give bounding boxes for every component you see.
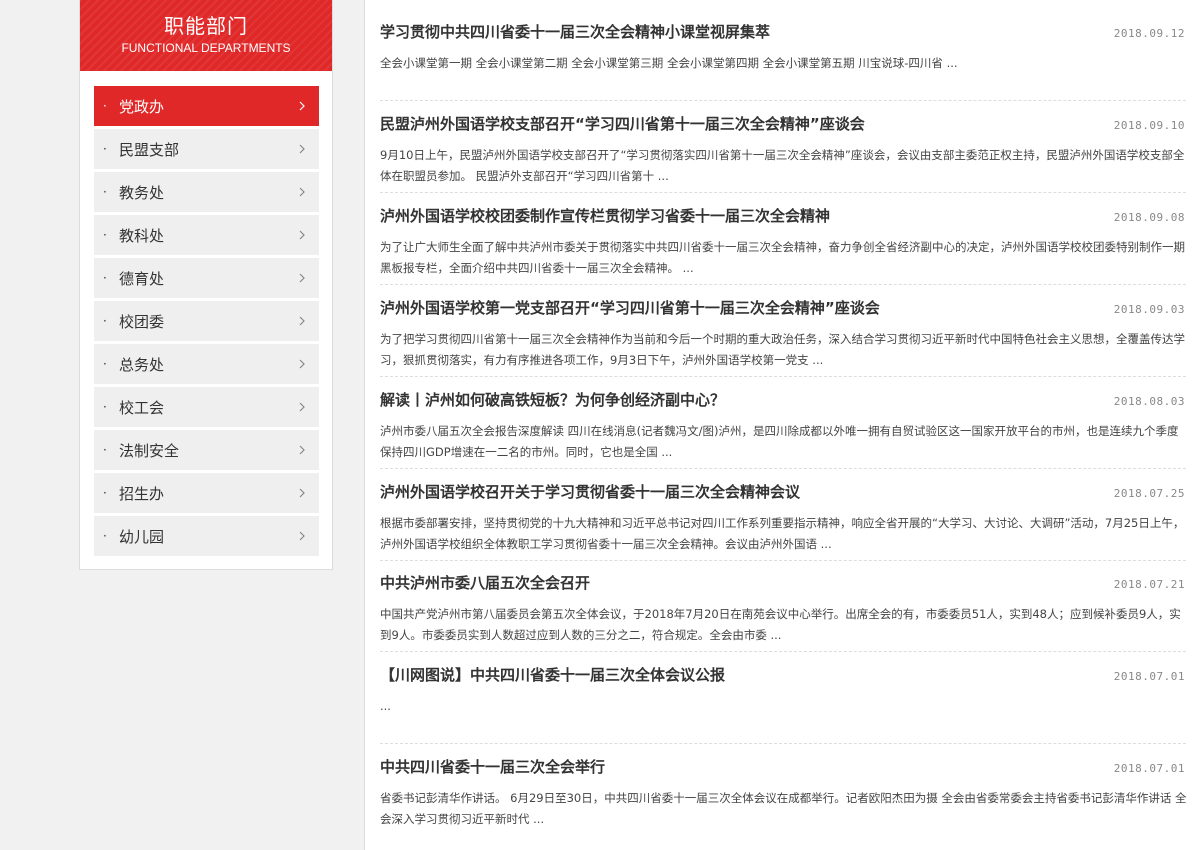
menu-item-label: 民盟支部 [119, 140, 180, 159]
article-title-link[interactable]: 中共四川省委十一届三次全会举行 [380, 757, 605, 777]
article-summary: 9月10日上午，民盟泸州外国语学校支部召开了“学习贯彻落实四川省第十一届三次全会… [380, 148, 1185, 183]
menu-item-labor-union[interactable]: · 校工会 [94, 387, 319, 427]
bullet-icon: · [103, 228, 107, 242]
article-title-link[interactable]: 解读丨泸州如何破高铁短板？为何争创经济副中心？ [380, 390, 725, 410]
chevron-right-icon [297, 359, 307, 369]
bullet-icon: · [103, 99, 107, 113]
menu-item-legal-safety[interactable]: · 法制安全 [94, 430, 319, 470]
article-date: 2018.09.08 [1113, 211, 1185, 224]
menu-item-label: 党政办 [119, 97, 165, 116]
bullet-icon: · [103, 142, 107, 156]
article-item: 中共泸州市委八届五次全会召开 2018.07.21 中国共产党泸州市第八届委员会… [380, 573, 1185, 646]
article-item: 【川网图说】中共四川省委十一届三次全体会议公报 2018.07.01 ... [380, 665, 1185, 717]
menu-item-label: 校团委 [119, 312, 165, 331]
menu-item-party-office[interactable]: · 党政办 [94, 86, 319, 126]
article-date: 2018.07.25 [1113, 487, 1185, 500]
bullet-icon: · [103, 400, 107, 414]
article-title-link[interactable]: 泸州外国语学校第一党支部召开“学习四川省第十一届三次全会精神”座谈会 [380, 298, 880, 318]
article-list: 学习贯彻中共四川省委十一届三次全会精神小课堂视屏集萃 2018.09.12 全会… [364, 0, 1200, 850]
sidebar-header: 职能部门 FUNCTIONAL DEPARTMENTS [80, 0, 332, 71]
menu-item-label: 幼儿园 [119, 527, 165, 546]
menu-item-kindergarten[interactable]: · 幼儿园 [94, 516, 319, 556]
menu-item-academic-affairs[interactable]: · 教务处 [94, 172, 319, 212]
menu-item-label: 教科处 [119, 226, 165, 245]
chevron-right-icon [297, 230, 307, 240]
bullet-icon: · [103, 185, 107, 199]
article-summary: 根据市委部署安排，坚持贯彻党的十九大精神和习近平总书记对四川工作系列重要指示精神… [380, 516, 1185, 551]
article-summary: 为了让广大师生全面了解中共泸州市委关于贯彻落实中共四川省委十一届三次全会精神，奋… [380, 240, 1185, 275]
divider [380, 560, 1186, 561]
bullet-icon: · [103, 357, 107, 371]
bullet-icon: · [103, 486, 107, 500]
article-item: 泸州外国语学校校团委制作宣传栏贯彻学习省委十一届三次全会精神 2018.09.0… [380, 206, 1185, 279]
article-title-link[interactable]: 中共泸州市委八届五次全会召开 [380, 573, 590, 593]
chevron-right-icon [297, 402, 307, 412]
article-summary: 泸州市委八届五次全会报告深度解读 四川在线消息(记者魏冯文/图)泸州，是四川除成… [380, 424, 1179, 459]
article-date: 2018.09.10 [1113, 119, 1185, 132]
article-title-link[interactable]: 泸州外国语学校校团委制作宣传栏贯彻学习省委十一届三次全会精神 [380, 206, 830, 226]
chevron-right-icon [297, 488, 307, 498]
article-date: 2018.08.03 [1113, 395, 1185, 408]
chevron-right-icon [297, 445, 307, 455]
bullet-icon: · [103, 314, 107, 328]
chevron-right-icon [297, 316, 307, 326]
menu-item-label: 德育处 [119, 269, 165, 288]
article-date: 2018.07.21 [1113, 578, 1185, 591]
menu-item-democratic-league[interactable]: · 民盟支部 [94, 129, 319, 169]
department-sidebar: 职能部门 FUNCTIONAL DEPARTMENTS · 党政办 · 民盟支部… [79, 0, 333, 570]
article-item: 学习贯彻中共四川省委十一届三次全会精神小课堂视屏集萃 2018.09.12 全会… [380, 22, 1185, 74]
article-item: 民盟泸州外国语学校支部召开“学习四川省第十一届三次全会精神”座谈会 2018.0… [380, 114, 1185, 187]
menu-item-label: 总务处 [119, 355, 165, 374]
menu-item-label: 教务处 [119, 183, 165, 202]
sidebar-title: 职能部门 [164, 14, 248, 38]
article-title-link[interactable]: 民盟泸州外国语学校支部召开“学习四川省第十一届三次全会精神”座谈会 [380, 114, 865, 134]
divider [380, 743, 1186, 744]
menu-item-research[interactable]: · 教科处 [94, 215, 319, 255]
article-summary: 全会小课堂第一期 全会小课堂第二期 全会小课堂第三期 全会小课堂第四期 全会小课… [380, 56, 958, 70]
menu-item-label: 校工会 [119, 398, 165, 417]
article-item: 解读丨泸州如何破高铁短板？为何争创经济副中心？ 2018.08.03 泸州市委八… [380, 390, 1185, 463]
menu-item-general-affairs[interactable]: · 总务处 [94, 344, 319, 384]
divider [380, 100, 1186, 101]
menu-item-moral-education[interactable]: · 德育处 [94, 258, 319, 298]
divider [380, 192, 1186, 193]
chevron-right-icon [297, 187, 307, 197]
article-title-link[interactable]: 泸州外国语学校召开关于学习贯彻省委十一届三次全会精神会议 [380, 482, 800, 502]
menu-item-label: 法制安全 [119, 441, 180, 460]
bullet-icon: · [103, 529, 107, 543]
bullet-icon: · [103, 271, 107, 285]
department-menu: · 党政办 · 民盟支部 · 教务处 · 教科处 · 德育处 · 校团委 · 总… [94, 86, 319, 559]
bullet-icon: · [103, 443, 107, 457]
article-date: 2018.07.01 [1113, 762, 1185, 775]
article-summary: 中国共产党泸州市第八届委员会第五次全体会议，于2018年7月20日在南苑会议中心… [380, 607, 1181, 642]
divider [380, 376, 1186, 377]
menu-item-youth-league[interactable]: · 校团委 [94, 301, 319, 341]
article-date: 2018.09.03 [1113, 303, 1185, 316]
article-summary: ... [380, 699, 391, 713]
article-item: 泸州外国语学校第一党支部召开“学习四川省第十一届三次全会精神”座谈会 2018.… [380, 298, 1185, 371]
sidebar-subtitle: FUNCTIONAL DEPARTMENTS [121, 41, 291, 55]
divider [380, 468, 1186, 469]
article-summary: 为了把学习贯彻四川省第十一届三次全会精神作为当前和今后一个时期的重大政治任务，深… [380, 332, 1185, 367]
chevron-right-icon [297, 273, 307, 283]
article-item: 泸州外国语学校召开关于学习贯彻省委十一届三次全会精神会议 2018.07.25 … [380, 482, 1185, 555]
article-date: 2018.07.01 [1113, 670, 1185, 683]
divider [380, 651, 1186, 652]
menu-item-admissions[interactable]: · 招生办 [94, 473, 319, 513]
chevron-right-icon [297, 144, 307, 154]
chevron-right-icon [297, 531, 307, 541]
article-title-link[interactable]: 学习贯彻中共四川省委十一届三次全会精神小课堂视屏集萃 [380, 22, 770, 42]
article-summary: 省委书记彭清华作讲话。 6月29日至30日，中共四川省委十一届三次全体会议在成都… [380, 791, 1187, 826]
article-item: 中共四川省委十一届三次全会举行 2018.07.01 省委书记彭清华作讲话。 6… [380, 757, 1187, 830]
article-title-link[interactable]: 【川网图说】中共四川省委十一届三次全体会议公报 [380, 665, 725, 685]
divider [380, 284, 1186, 285]
menu-item-label: 招生办 [119, 484, 165, 503]
chevron-right-icon [297, 101, 307, 111]
article-date: 2018.09.12 [1113, 27, 1185, 40]
